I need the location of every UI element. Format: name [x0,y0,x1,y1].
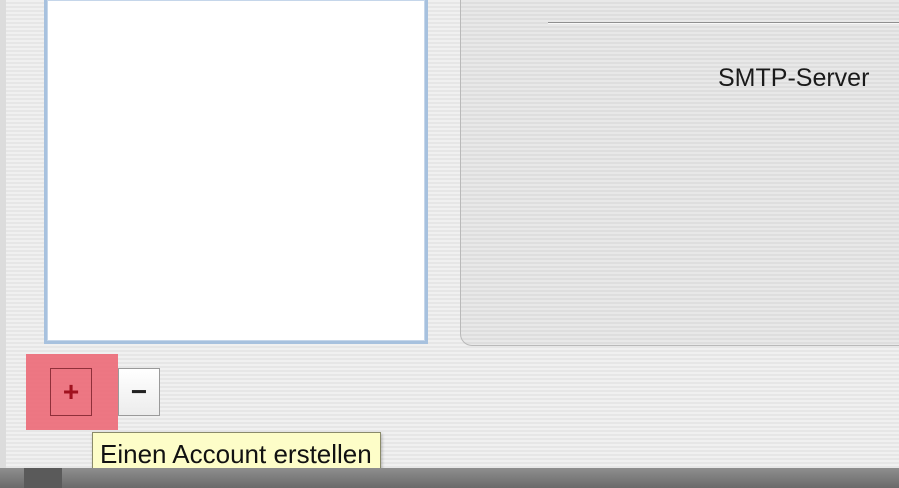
add-account-button[interactable]: + [50,368,92,416]
account-detail-panel [460,0,899,346]
bottom-bar [0,468,899,488]
smtp-server-label: SMTP-Server [718,64,870,92]
minus-icon: − [130,376,148,407]
account-list[interactable] [44,0,428,344]
plus-icon: + [62,376,80,407]
tooltip-text: Einen Account erstellen [100,439,372,469]
remove-account-button[interactable]: − [118,368,160,416]
separator-line [548,22,899,24]
bottom-bar-segment [24,468,62,488]
window-edge [0,0,6,488]
